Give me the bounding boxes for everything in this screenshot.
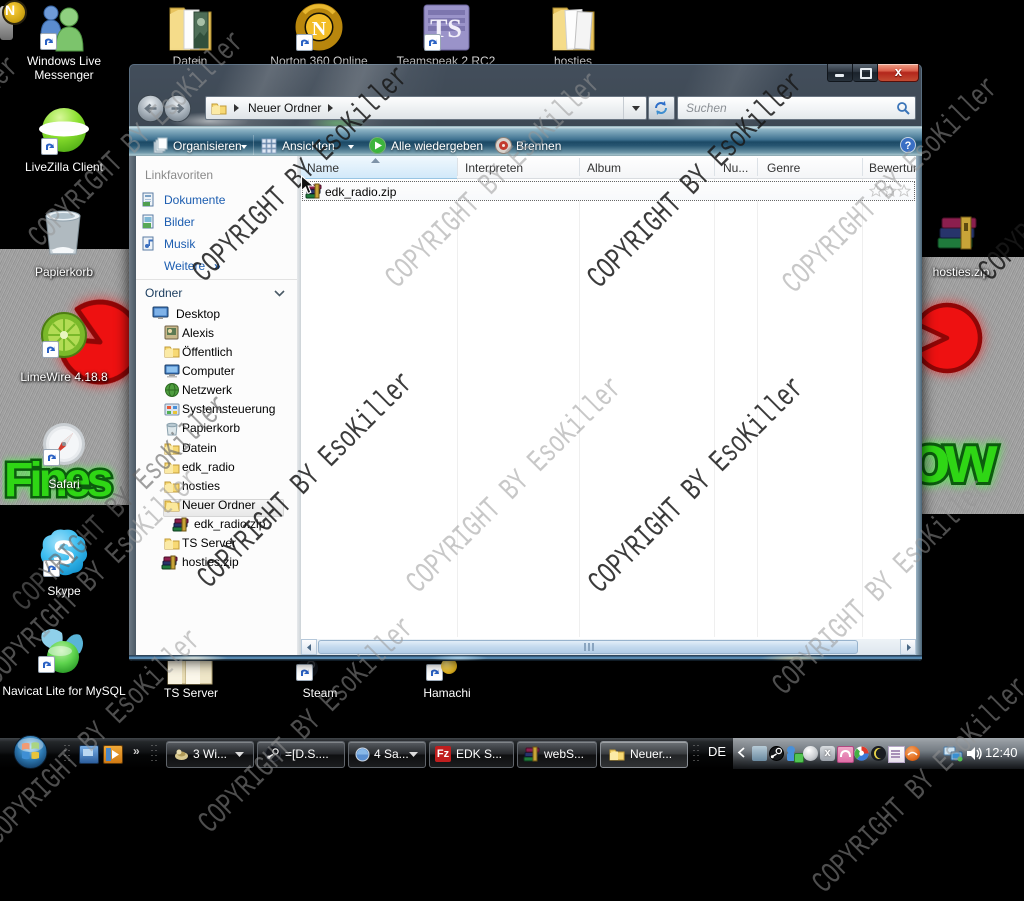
svg-text:N: N: [312, 18, 327, 40]
